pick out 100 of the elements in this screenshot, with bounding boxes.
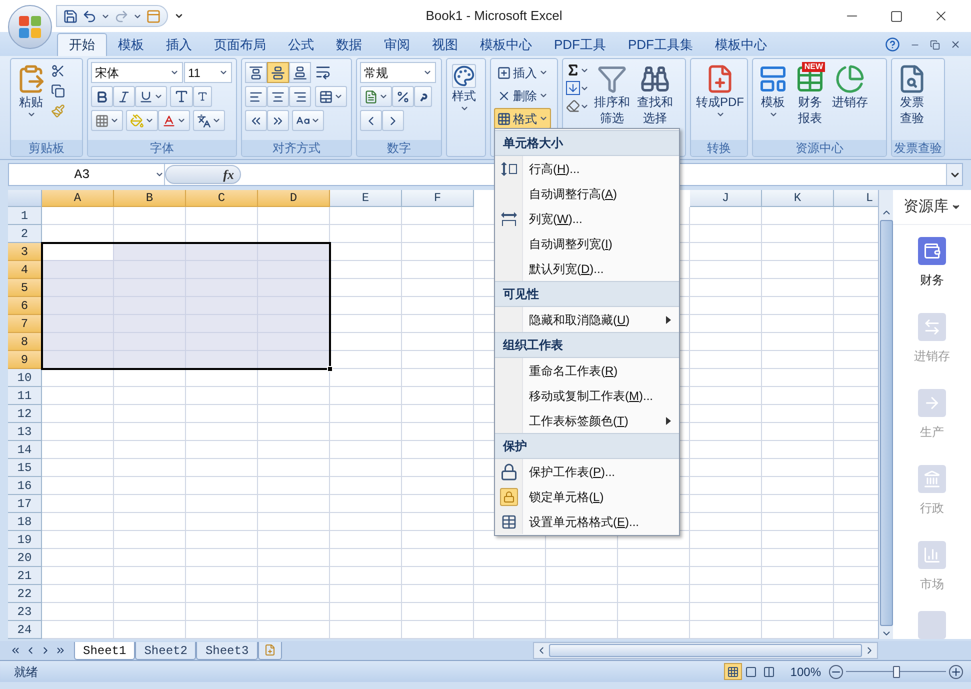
column-header[interactable]: A <box>42 190 114 207</box>
font-color-button[interactable] <box>158 110 190 131</box>
horizontal-scrollbar[interactable] <box>533 642 878 659</box>
row-header[interactable]: 14 <box>8 441 42 459</box>
row-header[interactable]: 24 <box>8 621 42 639</box>
row-header[interactable]: 7 <box>8 315 42 333</box>
vertical-scrollbar[interactable] <box>878 190 893 639</box>
ribbon-tab[interactable]: 模板 <box>107 33 155 56</box>
ribbon-tab[interactable]: 模板中心 <box>704 33 778 56</box>
row-header[interactable]: 17 <box>8 495 42 513</box>
font-size-dropdown[interactable]: 11 <box>184 62 232 83</box>
zoom-thumb[interactable] <box>893 666 900 678</box>
row-header[interactable]: 1 <box>8 207 42 225</box>
column-header[interactable]: F <box>402 190 474 207</box>
paste-button[interactable]: 粘贴 <box>14 62 48 140</box>
last-sheet-icon[interactable] <box>55 645 66 656</box>
column-header[interactable]: B <box>114 190 186 207</box>
scroll-thumb[interactable] <box>880 220 892 626</box>
decrease-indent-button[interactable] <box>245 110 267 131</box>
column-header[interactable]: D <box>258 190 330 207</box>
eraser-icon[interactable] <box>566 99 580 113</box>
align-center-button[interactable] <box>267 86 289 107</box>
resource-button[interactable]: 模板 <box>756 62 790 140</box>
menu-item[interactable]: 移动或复制工作表(M)... <box>495 383 679 408</box>
font-name-dropdown[interactable]: 宋体 <box>91 62 183 83</box>
expand-formula-button[interactable] <box>946 164 962 185</box>
orientation-button[interactable] <box>292 110 324 131</box>
align-right-button[interactable] <box>289 86 311 107</box>
row-header[interactable]: 15 <box>8 459 42 477</box>
vertical-align-button[interactable] <box>267 62 289 83</box>
row-header[interactable]: 20 <box>8 549 42 567</box>
panel-dropdown-icon[interactable] <box>950 202 960 212</box>
comma-button[interactable] <box>414 86 432 107</box>
menu-item[interactable]: 列宽(W)... <box>495 206 679 231</box>
menu-item[interactable]: 重命名工作表(R) <box>495 358 679 383</box>
active-cell[interactable] <box>43 244 113 260</box>
row-header[interactable]: 16 <box>8 477 42 495</box>
row-header[interactable]: 9 <box>8 351 42 369</box>
row-header[interactable]: 21 <box>8 567 42 585</box>
styles-button[interactable]: 样式 <box>450 62 478 156</box>
merge-button[interactable] <box>315 86 347 107</box>
column-header[interactable]: K <box>762 190 834 207</box>
menu-item[interactable]: 默认列宽(D)... <box>495 256 679 281</box>
category-item[interactable]: 财务 <box>893 225 971 301</box>
row-header[interactable]: 23 <box>8 603 42 621</box>
ribbon-tab[interactable]: PDF工具集 <box>617 33 704 56</box>
cells-button[interactable]: 删除 <box>494 85 551 106</box>
sheet-tab[interactable]: Sheet2 <box>135 642 196 660</box>
help-icon[interactable] <box>885 37 900 52</box>
row-header[interactable]: 12 <box>8 405 42 423</box>
vertical-align-button[interactable] <box>245 62 267 83</box>
row-header[interactable]: 5 <box>8 279 42 297</box>
menu-item[interactable]: 自动调整行高(A) <box>495 181 679 206</box>
zoom-in-icon[interactable] <box>949 664 963 678</box>
function-button-pill[interactable]: fx <box>165 165 241 184</box>
shrink-font-button[interactable] <box>193 86 212 107</box>
row-header[interactable]: 4 <box>8 261 42 279</box>
ribbon-tab[interactable]: 视图 <box>421 33 469 56</box>
row-header[interactable]: 13 <box>8 423 42 441</box>
copy-icon[interactable] <box>51 84 65 98</box>
grow-font-button[interactable] <box>170 86 193 107</box>
first-sheet-icon[interactable] <box>10 645 21 656</box>
fill-handle[interactable] <box>327 366 333 372</box>
column-header[interactable]: L <box>834 190 878 207</box>
currency-button[interactable] <box>360 86 392 107</box>
menu-item[interactable]: 保护工作表(P)... <box>495 459 679 484</box>
align-left-button[interactable] <box>245 86 267 107</box>
zoom-out-icon[interactable] <box>829 664 843 678</box>
row-header[interactable]: 19 <box>8 531 42 549</box>
row-header[interactable]: 2 <box>8 225 42 243</box>
row-header[interactable]: 22 <box>8 585 42 603</box>
ribbon-tab[interactable]: PDF工具 <box>543 33 617 56</box>
ribbon-tab[interactable]: 公式 <box>277 33 325 56</box>
restore-icon[interactable] <box>930 40 940 50</box>
increase-indent-button[interactable] <box>267 110 289 131</box>
sheet-tab[interactable]: Sheet1 <box>74 642 136 660</box>
cells-button[interactable]: 插入 <box>494 62 551 83</box>
menu-item[interactable]: 行高(H)... <box>495 156 679 181</box>
row-header[interactable]: 10 <box>8 369 42 387</box>
menu-item[interactable]: 隐藏和取消隐藏(U) <box>495 307 679 332</box>
workbook-close-icon[interactable] <box>950 39 961 50</box>
sum-icon[interactable] <box>566 63 580 77</box>
sheet-tab[interactable]: Sheet3 <box>196 642 258 660</box>
wrap-text-icon[interactable] <box>315 64 331 80</box>
ribbon-tab[interactable]: 模板中心 <box>469 33 543 56</box>
vertical-align-button[interactable] <box>289 62 311 83</box>
row-header[interactable]: 6 <box>8 297 42 315</box>
bold-button[interactable] <box>91 86 113 107</box>
menu-item[interactable]: 工作表标签颜色(T) <box>495 408 679 433</box>
ribbon-tab[interactable]: 开始 <box>57 33 107 56</box>
fill-down-icon[interactable] <box>566 81 580 95</box>
menu-item[interactable]: 锁定单元格(L) <box>495 484 679 509</box>
save-icon[interactable] <box>63 8 78 24</box>
ribbon-tab[interactable]: 审阅 <box>373 33 421 56</box>
name-box[interactable]: A3 <box>9 164 165 185</box>
maximize-icon[interactable] <box>890 10 903 22</box>
convert-pdf-button[interactable]: 转成PDF <box>694 62 746 140</box>
menu-item[interactable]: 设置单元格格式(E)... <box>495 509 679 534</box>
zoom-slider[interactable] <box>846 664 946 678</box>
cut-icon[interactable] <box>51 64 65 78</box>
